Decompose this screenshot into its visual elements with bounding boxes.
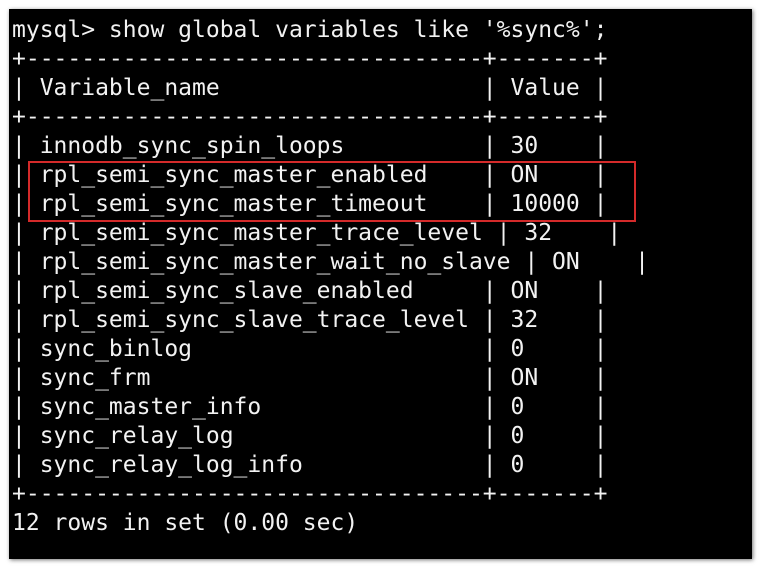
table-row: | sync_relay_log_info | 0 |	[12, 452, 608, 478]
table-header-row: | Variable_name | Value |	[12, 75, 608, 101]
table-border-top: +---------------------------------+-----…	[12, 46, 608, 72]
command-line: mysql> show global variables like '%sync…	[12, 17, 608, 43]
table-row: | rpl_semi_sync_master_wait_no_slave | O…	[12, 249, 649, 275]
result-summary: 12 rows in set (0.00 sec)	[12, 510, 359, 536]
table-row: | sync_binlog | 0 |	[12, 336, 608, 362]
table-row: | rpl_semi_sync_slave_enabled | ON |	[12, 278, 608, 304]
table-row: | sync_master_info | 0 |	[12, 394, 608, 420]
table-row: | rpl_semi_sync_master_trace_level | 32 …	[12, 220, 622, 246]
table-row: | sync_frm | ON |	[12, 365, 608, 391]
highlight-annotation-box	[28, 161, 636, 222]
table-border-header: +---------------------------------+-----…	[12, 104, 608, 130]
table-row: | sync_relay_log | 0 |	[12, 423, 608, 449]
terminal-window[interactable]: mysql> show global variables like '%sync…	[9, 9, 752, 559]
table-border-bottom: +---------------------------------+-----…	[12, 481, 608, 507]
table-row: | rpl_semi_sync_slave_trace_level | 32 |	[12, 307, 608, 333]
table-row: | innodb_sync_spin_loops | 30 |	[12, 133, 608, 159]
